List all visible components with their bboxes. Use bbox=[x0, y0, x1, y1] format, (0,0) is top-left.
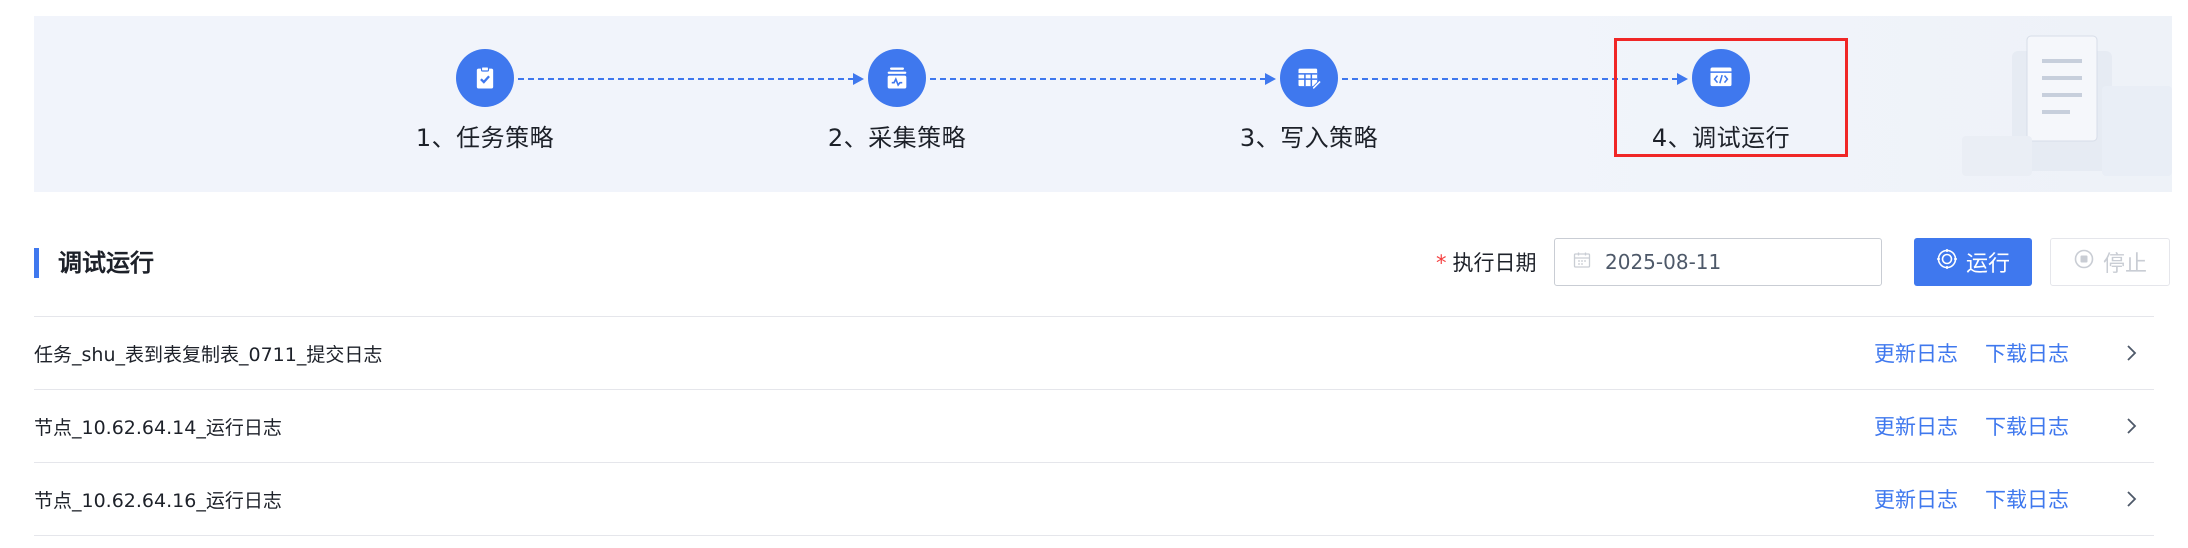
step-label: 1、任务策略 bbox=[415, 124, 555, 152]
exec-date-label: * 执行日期 bbox=[1436, 250, 1537, 276]
stop-icon bbox=[2073, 248, 2095, 276]
log-list: 任务_shu_表到表复制表_0711_提交日志 更新日志 下载日志 节点_10.… bbox=[34, 316, 2154, 536]
stop-button-label: 停止 bbox=[2102, 252, 2147, 277]
step-write-strategy[interactable]: 3、写入策略 bbox=[1189, 49, 1429, 153]
chevron-right-icon[interactable] bbox=[2116, 484, 2146, 514]
exec-date-picker[interactable]: 2025-08-11 bbox=[1554, 238, 1882, 286]
refresh-log-link[interactable]: 更新日志 bbox=[1874, 411, 1958, 441]
required-mark: * bbox=[1436, 251, 1447, 275]
active-step-highlight-box bbox=[1614, 38, 1848, 157]
download-log-link[interactable]: 下载日志 bbox=[1985, 484, 2069, 514]
log-row[interactable]: 节点_10.62.64.16_运行日志 更新日志 下载日志 bbox=[34, 462, 2154, 536]
download-log-link[interactable]: 下载日志 bbox=[1985, 338, 2069, 368]
stop-button[interactable]: 停止 bbox=[2050, 238, 2170, 286]
download-log-link[interactable]: 下载日志 bbox=[1985, 411, 2069, 441]
exec-date-label-text: 执行日期 bbox=[1452, 251, 1537, 275]
chevron-right-icon[interactable] bbox=[2116, 338, 2146, 368]
steps-banner: 1、任务策略 2、采集策略 3、写入策略 4、调试运行 bbox=[34, 16, 2172, 192]
log-name: 节点_10.62.64.16_运行日志 bbox=[34, 489, 282, 512]
refresh-log-link[interactable]: 更新日志 bbox=[1874, 484, 1958, 514]
log-name: 任务_shu_表到表复制表_0711_提交日志 bbox=[34, 343, 383, 366]
step-collect-strategy[interactable]: 2、采集策略 bbox=[777, 49, 1017, 153]
table-edit-icon bbox=[1280, 49, 1338, 107]
exec-date-value: 2025-08-11 bbox=[1605, 250, 1722, 274]
calendar-icon bbox=[1573, 251, 1591, 273]
run-icon bbox=[1936, 248, 1958, 276]
collect-box-icon bbox=[868, 49, 926, 107]
log-row[interactable]: 节点_10.62.64.14_运行日志 更新日志 下载日志 bbox=[34, 389, 2154, 462]
step-label: 2、采集策略 bbox=[827, 124, 967, 152]
step-label: 3、写入策略 bbox=[1239, 124, 1379, 152]
section-title: 调试运行 bbox=[34, 248, 154, 278]
log-row[interactable]: 任务_shu_表到表复制表_0711_提交日志 更新日志 下载日志 bbox=[34, 316, 2154, 389]
run-button-label: 运行 bbox=[1965, 252, 2010, 277]
banner-decoration-image bbox=[1962, 35, 2172, 176]
run-button[interactable]: 运行 bbox=[1914, 238, 2032, 286]
refresh-log-link[interactable]: 更新日志 bbox=[1874, 338, 1958, 368]
chevron-right-icon[interactable] bbox=[2116, 411, 2146, 441]
log-name: 节点_10.62.64.14_运行日志 bbox=[34, 416, 282, 439]
clipboard-check-icon bbox=[456, 49, 514, 107]
step-task-strategy[interactable]: 1、任务策略 bbox=[365, 49, 605, 153]
